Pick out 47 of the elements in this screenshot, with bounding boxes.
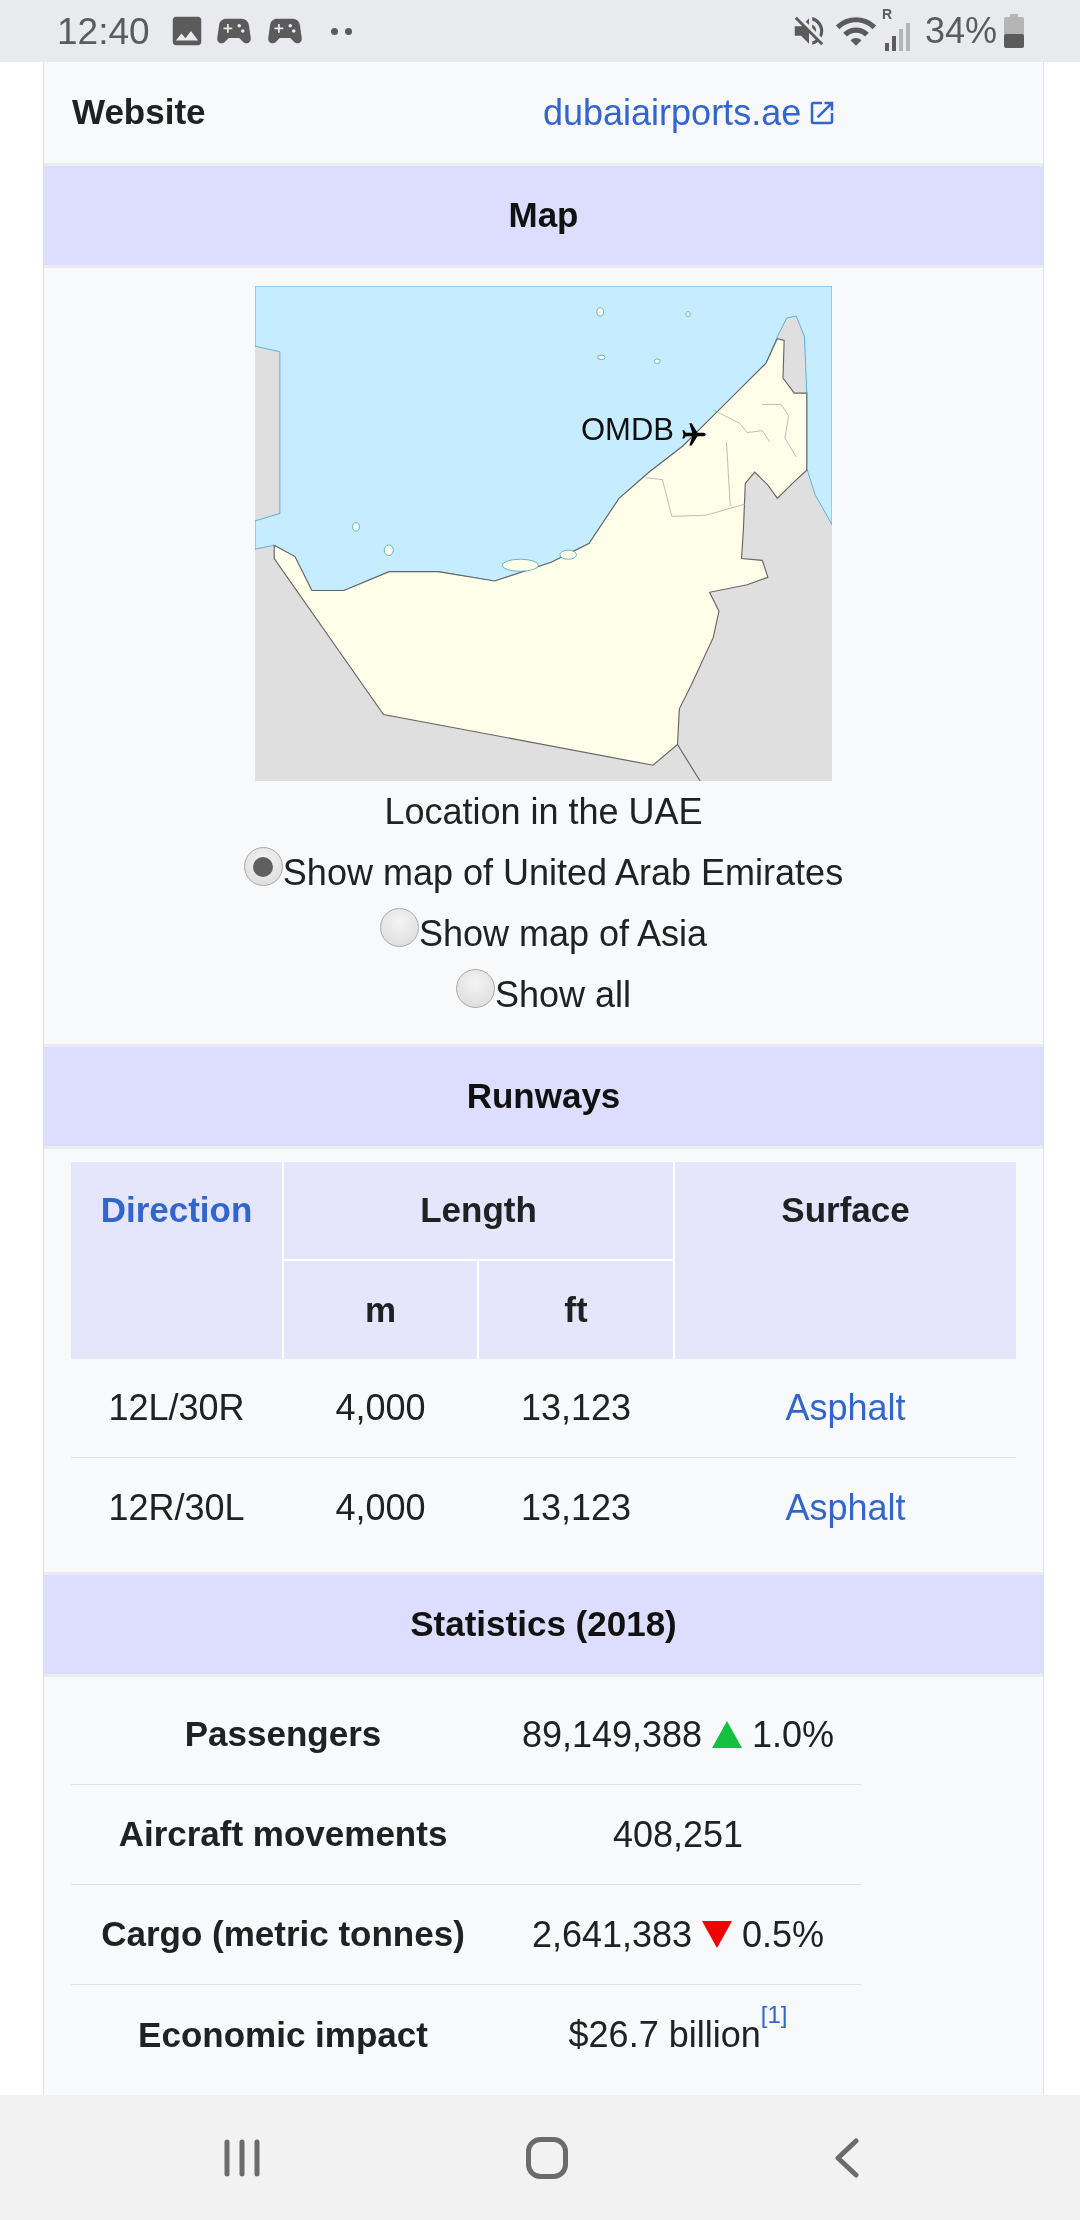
subcolumn-header: m — [284, 1261, 477, 1359]
battery-percent: 34% — [924, 13, 997, 49]
reference-link[interactable]: [1] — [760, 2003, 788, 2027]
section-heading: Runways — [466, 1075, 621, 1118]
stat-label: Aircraft movements — [118, 1813, 448, 1856]
column-header-text: Surface — [781, 1189, 910, 1232]
roaming-label: R — [881, 7, 893, 21]
subcolumn-header: ft — [479, 1261, 673, 1359]
back-icon[interactable] — [834, 2137, 859, 2178]
website-link[interactable]: dubaiairports.ae — [543, 85, 838, 140]
stat-value: 2,641,383 — [531, 1912, 693, 1957]
recent-apps-icon[interactable] — [224, 2138, 260, 2177]
surface-link[interactable]: Asphalt — [785, 1480, 906, 1535]
table-cell-text: 12L/30R — [108, 1386, 245, 1430]
stat-label: Passengers — [184, 1713, 382, 1756]
signal-icon — [884, 23, 910, 51]
section-heading: Map — [508, 194, 579, 237]
radio-label: Show map of United Arab Emirates — [282, 850, 844, 895]
airplane-icon — [680, 421, 708, 449]
radio-button[interactable] — [455, 969, 495, 1008]
table-cell-text: 4,000 — [335, 1386, 426, 1430]
table-cell-text: 13,123 — [520, 1386, 632, 1430]
stat-change: 0.5% — [742, 1912, 825, 1957]
radio-label: Show all — [494, 972, 632, 1017]
status-time: 12:40 — [57, 12, 150, 50]
dots-icon — [330, 27, 352, 35]
column-header-link[interactable]: Direction — [100, 1184, 253, 1237]
surface-link[interactable]: Asphalt — [785, 1381, 906, 1435]
table-cell-text: 4,000 — [335, 1485, 426, 1530]
stat-value: 408,251 — [612, 1812, 744, 1857]
stat-change: 1.0% — [752, 1712, 835, 1757]
radio-label: Show map of Asia — [418, 911, 708, 956]
table-cell-text: 12R/30L — [108, 1485, 245, 1530]
table-cell-text: 13,123 — [520, 1485, 632, 1530]
stat-value: 89,149,388 — [521, 1712, 703, 1757]
radio-button[interactable] — [379, 908, 419, 947]
stat-value: $26.7 billion — [568, 2013, 761, 2057]
stat-label: Economic impact — [138, 2013, 428, 2056]
section-heading: Statistics (2018) — [410, 1603, 677, 1646]
radio-button[interactable] — [243, 847, 283, 886]
row-label: Website — [72, 92, 206, 132]
battery-icon — [1004, 14, 1024, 48]
map-caption: Location in the UAE — [384, 789, 703, 834]
map-marker-label: OMDB — [581, 414, 674, 445]
home-icon[interactable] — [526, 2136, 568, 2179]
stat-label: Cargo (metric tonnes) — [101, 1913, 465, 1956]
column-header-text: Length — [420, 1189, 537, 1232]
